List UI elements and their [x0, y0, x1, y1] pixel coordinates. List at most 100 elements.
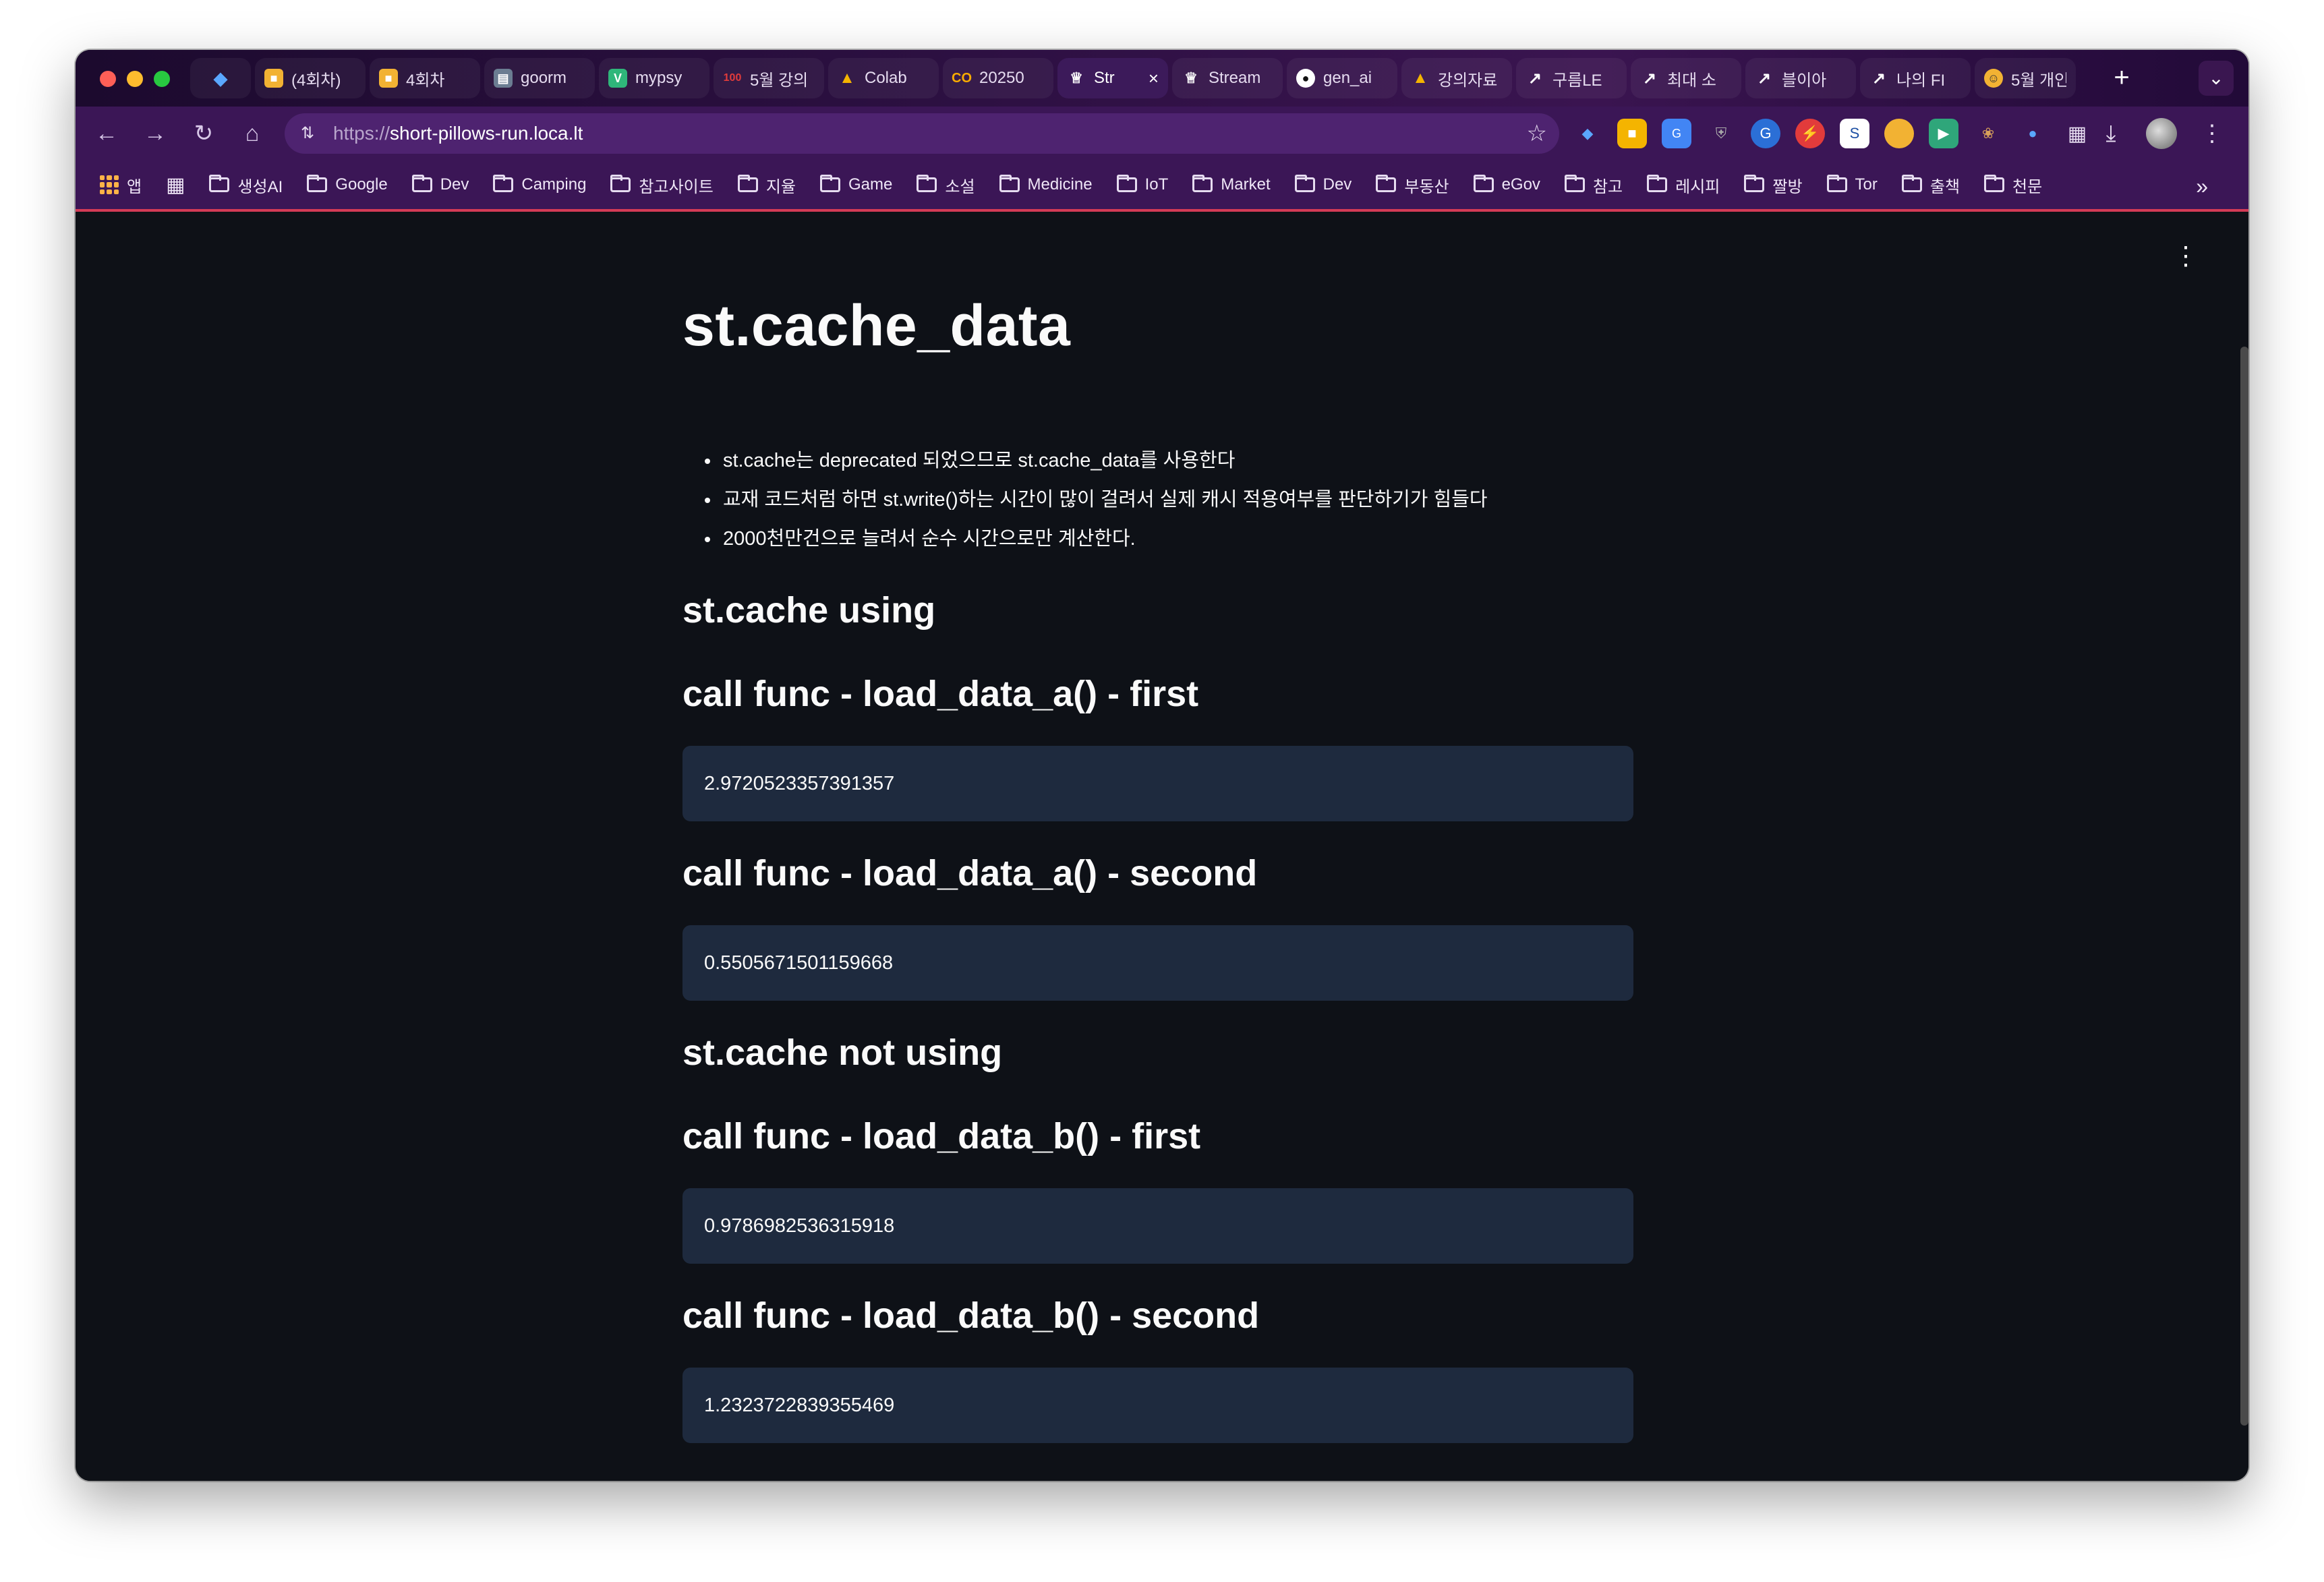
arrow-icon: ↗: [1871, 69, 1886, 88]
bookmark-folder[interactable]: IoT: [1116, 175, 1168, 194]
site-info-icon[interactable]: ⇅: [294, 120, 321, 147]
bolt-extension-icon[interactable]: ⚡: [1795, 119, 1825, 148]
output-box-a-first: 2.9720523357391357: [682, 746, 1633, 821]
folder-icon: [1984, 175, 2005, 192]
reload-button[interactable]: ↻: [185, 115, 223, 152]
tab[interactable]: ↗ 블이아: [1745, 58, 1856, 98]
bookmark-folder[interactable]: 짤방: [1744, 173, 1803, 197]
tab-groups-button[interactable]: ▦: [166, 173, 185, 197]
section-heading-using: st.cache using: [682, 590, 936, 631]
folder-icon: [1647, 175, 1668, 192]
puzzle-extensions-icon[interactable]: ▦: [2062, 119, 2092, 148]
bookmark-folder[interactable]: 생성AI: [209, 173, 283, 197]
bookmark-folder[interactable]: 출책: [1901, 173, 1960, 197]
minimize-window-button[interactable]: [127, 71, 143, 87]
bookmark-folder[interactable]: 소설: [917, 173, 975, 197]
tab[interactable]: ▲ Colab: [828, 58, 939, 98]
scrollbar[interactable]: [2240, 347, 2248, 1426]
folder-icon: [1294, 175, 1315, 192]
chevron-more-icon[interactable]: »: [2196, 174, 2208, 199]
tab[interactable]: ● gen_ai: [1287, 58, 1397, 98]
bookmark-star-icon[interactable]: ☆: [1527, 120, 1547, 147]
tab[interactable]: ☺ 5월 개인: [1975, 58, 2076, 98]
tab-title: (4회차): [291, 71, 341, 90]
bookmark-folder[interactable]: 부동산: [1376, 173, 1449, 197]
tab[interactable]: ▤ goorm: [484, 58, 595, 98]
bookmark-folder[interactable]: 참고사이트: [610, 173, 714, 197]
bookmark-folder[interactable]: Tor: [1826, 175, 1878, 194]
shield-extension-icon[interactable]: ⛨: [1706, 119, 1736, 148]
new-tab-button[interactable]: +: [2105, 62, 2138, 94]
tab[interactable]: ◆: [190, 58, 251, 98]
folder-icon: [610, 175, 631, 192]
crown-icon: ♕: [1070, 69, 1083, 86]
output-box-b-first: 0.9786982536315918: [682, 1188, 1633, 1264]
folder-icon: [493, 175, 514, 192]
toolbar-right: ⤓ ⋮: [2095, 117, 2228, 150]
keep-extension-icon[interactable]: ■: [1617, 119, 1647, 148]
bookmark-folder[interactable]: Dev: [411, 175, 469, 194]
app-menu-kebab-icon[interactable]: ⋮: [2173, 243, 2199, 269]
tab[interactable]: ■ 4회차: [370, 58, 480, 98]
tab[interactable]: 100 5월 강의: [714, 58, 824, 98]
close-window-button[interactable]: [100, 71, 116, 87]
google-extension-icon[interactable]: G: [1751, 119, 1780, 148]
s-extension-icon[interactable]: S: [1840, 119, 1869, 148]
tab[interactable]: ↗ 나의 FI: [1860, 58, 1971, 98]
tab-title: 구름LE: [1552, 71, 1602, 90]
bookmark-folder[interactable]: 지율: [737, 173, 796, 197]
tab[interactable]: V mypsy: [599, 58, 709, 98]
forward-button[interactable]: →: [136, 115, 174, 152]
translate-extension-icon[interactable]: G: [1662, 119, 1691, 148]
bookmark-folder[interactable]: 레시피: [1647, 173, 1720, 197]
bookmarks-bar: 앱 ▦ 생성AI Google Dev Camping 참고사이트 지율 Gam…: [76, 160, 2248, 212]
url-text[interactable]: https://short-pillows-run.loca.lt: [333, 123, 583, 144]
profile-avatar[interactable]: [2146, 118, 2177, 149]
bookmark-folder[interactable]: Google: [307, 175, 388, 194]
tab-search-chevron-icon[interactable]: ⌄: [2199, 61, 2234, 96]
bookmark-label: Dev: [1323, 175, 1352, 194]
bookmark-label: 출책: [1929, 177, 1960, 196]
bookmark-folder[interactable]: eGov: [1473, 175, 1540, 194]
tab-active[interactable]: ♕ Str ×: [1057, 58, 1168, 98]
globe-extension-icon[interactable]: ●: [2018, 119, 2047, 148]
circle-extension-icon[interactable]: [1884, 119, 1914, 148]
download-icon[interactable]: ⤓: [2095, 117, 2127, 150]
terminal-icon: ▤: [494, 69, 513, 88]
tab[interactable]: ↗ 최대 소: [1631, 58, 1741, 98]
apps-shortcut[interactable]: 앱: [100, 173, 142, 197]
address-bar[interactable]: ⇅ https://short-pillows-run.loca.lt ☆: [285, 113, 1559, 154]
bookmark-label: Tor: [1855, 175, 1878, 194]
tab[interactable]: ▲ 강의자료: [1401, 58, 1512, 98]
tab-title: 20250: [979, 69, 1024, 87]
folder-icon: [1744, 175, 1765, 192]
tab[interactable]: ■ (4회차): [255, 58, 366, 98]
bookmark-label: 천문: [2012, 177, 2043, 196]
bookmark-folder[interactable]: 천문: [1984, 173, 2042, 197]
tab-title: 강의자료: [1438, 71, 1498, 90]
video-extension-icon[interactable]: ▶: [1929, 119, 1958, 148]
bookmark-label: eGov: [1501, 175, 1540, 194]
bookmark-folder[interactable]: Camping: [493, 175, 586, 194]
gem-extension-icon[interactable]: ◆: [1573, 119, 1602, 148]
tab-title: 5월 개인: [2011, 71, 2066, 90]
close-icon[interactable]: ×: [1149, 68, 1159, 89]
tab[interactable]: ♕ Stream: [1172, 58, 1283, 98]
folder-icon: [1116, 175, 1137, 192]
tab[interactable]: CO 20250: [943, 58, 1053, 98]
menu-kebab-icon[interactable]: ⋮: [2196, 117, 2228, 150]
hundred-icon: 100: [723, 72, 742, 84]
maximize-window-button[interactable]: [154, 71, 170, 87]
bookmark-folder[interactable]: 참고: [1564, 173, 1623, 197]
cookie-extension-icon[interactable]: ❀: [1973, 119, 2003, 148]
bookmark-folder[interactable]: Medicine: [999, 175, 1093, 194]
tab-title: Stream: [1209, 69, 1261, 87]
tab[interactable]: ↗ 구름LE: [1516, 58, 1627, 98]
bookmark-folder[interactable]: Game: [820, 175, 892, 194]
tab-title: Str: [1094, 69, 1115, 87]
bookmark-folder[interactable]: Market: [1192, 175, 1271, 194]
bookmark-folder[interactable]: Dev: [1294, 175, 1352, 194]
home-button[interactable]: ⌂: [233, 115, 271, 152]
back-button[interactable]: ←: [88, 115, 125, 152]
tab-title: 4회차: [406, 71, 445, 90]
